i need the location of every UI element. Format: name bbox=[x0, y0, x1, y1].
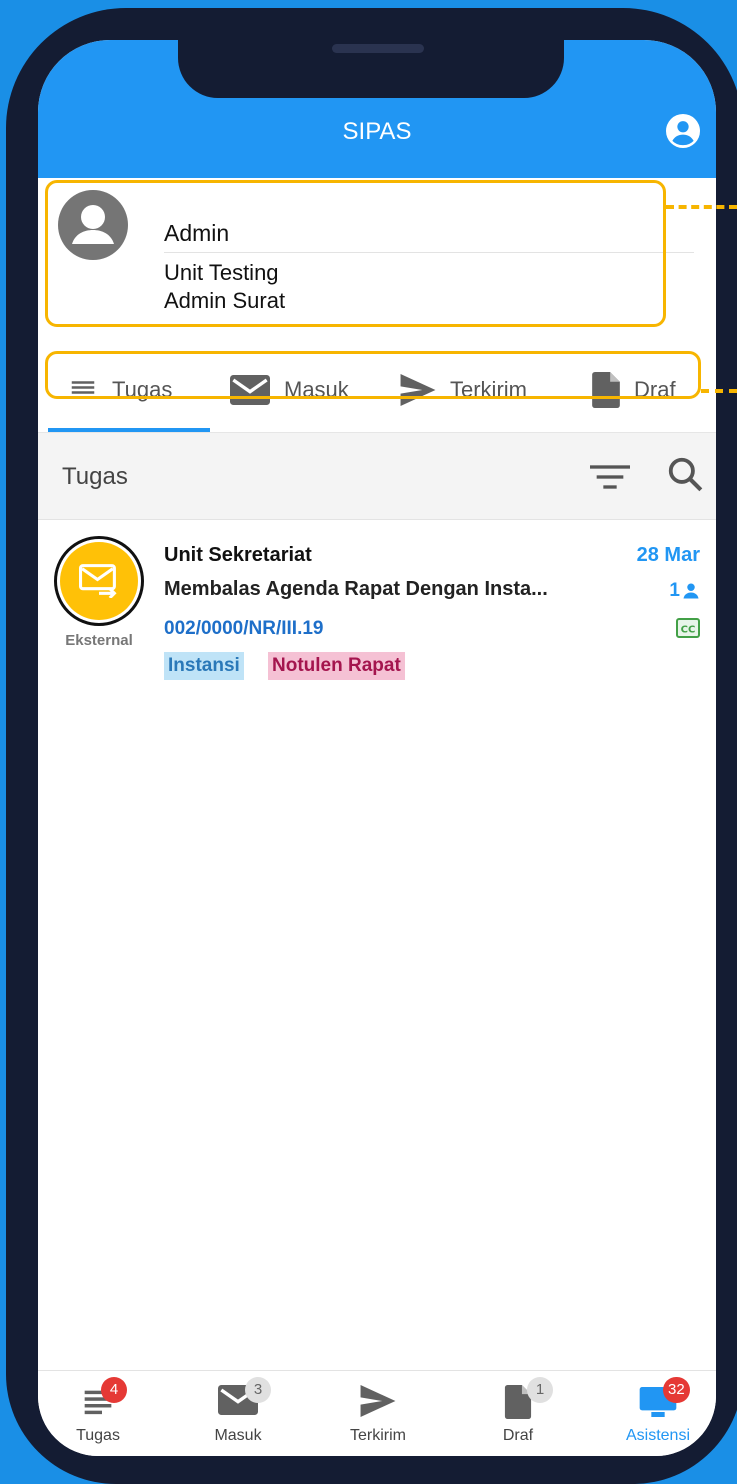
tag-instansi: Instansi bbox=[164, 652, 244, 680]
nav-icon-wrap bbox=[593, 1385, 716, 1419]
phone-side-button bbox=[6, 388, 16, 518]
highlight-tabs bbox=[45, 351, 701, 399]
nav-badge: 4 bbox=[101, 1377, 127, 1403]
account-circle-icon[interactable] bbox=[666, 114, 700, 148]
mail-type-circle bbox=[60, 542, 138, 620]
nav-icon-wrap bbox=[313, 1385, 443, 1417]
search-icon[interactable] bbox=[666, 455, 704, 493]
highlight-connector bbox=[701, 389, 737, 393]
tag-notulen-rapat: Notulen Rapat bbox=[268, 652, 405, 680]
phone-side-button bbox=[6, 158, 16, 218]
mail-type-label: Eksternal bbox=[65, 632, 133, 649]
phone-speaker bbox=[332, 44, 424, 53]
mail-date: 28 Mar bbox=[636, 544, 700, 566]
filter-icon[interactable] bbox=[590, 461, 630, 493]
nav-label: Draf bbox=[502, 1427, 534, 1444]
nav-label: Masuk bbox=[214, 1427, 262, 1444]
section-header: Tugas bbox=[38, 432, 716, 520]
mail-sender: Unit Sekretariat bbox=[164, 544, 312, 566]
send-icon bbox=[360, 1385, 396, 1417]
nav-asistensi[interactable]: 32 Asistensi bbox=[593, 1371, 716, 1456]
phone-side-button bbox=[6, 266, 16, 376]
nav-terkirim[interactable]: Terkirim bbox=[313, 1371, 443, 1456]
highlight-profile bbox=[45, 180, 666, 327]
nav-icon-wrap bbox=[173, 1385, 303, 1415]
nav-badge: 1 bbox=[527, 1377, 553, 1403]
section-title: Tugas bbox=[62, 463, 128, 490]
mail-number: 002/0000/NR/III.19 bbox=[164, 618, 324, 639]
person-icon bbox=[683, 583, 699, 599]
mail-subject: Membalas Agenda Rapat Dengan Insta... bbox=[164, 578, 548, 600]
recipient-count-value: 1 bbox=[669, 580, 680, 601]
mail-type-badge bbox=[54, 536, 144, 626]
nav-label: Terkirim bbox=[350, 1427, 406, 1444]
highlight-connector bbox=[666, 205, 737, 209]
recipient-count: 1 bbox=[669, 580, 700, 602]
app-title: SIPAS bbox=[342, 118, 412, 145]
nav-draf[interactable]: 1 Draf bbox=[453, 1371, 583, 1456]
nav-badge: 32 bbox=[663, 1377, 690, 1403]
nav-masuk[interactable]: 3 Masuk bbox=[173, 1371, 303, 1456]
nav-badge: 3 bbox=[245, 1377, 271, 1403]
list-item[interactable]: Eksternal Unit Sekretariat Membalas Agen… bbox=[38, 520, 716, 690]
cc-text: CC bbox=[681, 625, 696, 636]
nav-tugas[interactable]: 4 Tugas bbox=[38, 1371, 163, 1456]
cc-icon: CC bbox=[676, 618, 700, 643]
nav-label: Tugas bbox=[76, 1427, 120, 1444]
nav-label: Asistensi bbox=[625, 1427, 691, 1444]
bottom-nav: 4 Tugas 3 Masuk Terkirim 1 Draf 32 Asist… bbox=[38, 1370, 716, 1456]
mail-forward-icon bbox=[79, 564, 117, 598]
nav-icon-wrap bbox=[453, 1385, 583, 1419]
